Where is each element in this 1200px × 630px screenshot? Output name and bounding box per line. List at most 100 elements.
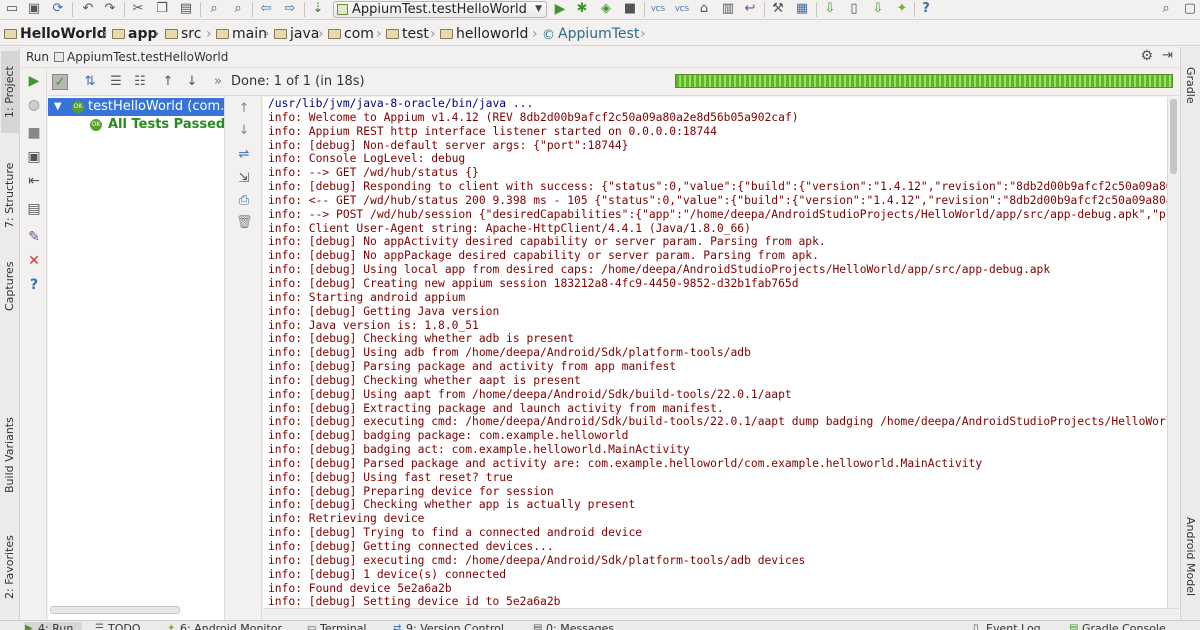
tree-horizontal-scrollbar[interactable]	[50, 606, 180, 614]
undo-changes-icon[interactable]: ↩	[742, 1, 758, 17]
toolbar-separator	[764, 2, 765, 17]
copy-icon[interactable]: ❐	[154, 1, 170, 17]
collapse-all-icon[interactable]: ☷	[132, 74, 148, 90]
console-horizontal-scrollbar[interactable]	[263, 608, 1179, 620]
sort-alphabetically-icon[interactable]: ⇅	[82, 74, 98, 90]
rerun-failed-icon[interactable]: ◍	[26, 97, 42, 113]
run-panel-title[interactable]: AppiumTest.testHelloWorld	[67, 50, 228, 64]
tab-favorites[interactable]: 2: Favorites	[1, 525, 19, 609]
debug-icon[interactable]: ✱	[574, 1, 590, 17]
help-icon[interactable]: ?	[918, 1, 934, 17]
vcs-update-icon[interactable]: VCS	[650, 1, 666, 17]
sync-gradle-icon[interactable]: ⇩	[822, 1, 838, 17]
folder-icon	[274, 29, 287, 39]
device-icon[interactable]: ⇩	[870, 1, 886, 17]
tab-todo[interactable]: ☰ TODO	[94, 622, 141, 630]
more-icon[interactable]: »	[210, 74, 226, 90]
restore-layout-icon[interactable]: ⇤	[26, 173, 42, 189]
gradle-icon: ▤	[1069, 623, 1079, 630]
show-passed-icon[interactable]: ✓	[52, 74, 68, 90]
scroll-to-end-icon[interactable]: ⇲	[236, 171, 252, 187]
breadcrumb-item[interactable]: com	[328, 25, 374, 43]
hide-panel-icon[interactable]: ⇥	[1162, 48, 1173, 63]
layout-icon[interactable]: ▤	[26, 201, 42, 217]
class-icon: ©	[542, 28, 555, 43]
console-line: info: [debug] Extracting package and lau…	[268, 401, 724, 415]
redo-icon[interactable]: ↷	[102, 1, 118, 17]
down-arrow-icon[interactable]: ↓	[236, 123, 252, 139]
expand-triangle-icon[interactable]: ▼	[54, 98, 62, 116]
breadcrumb-item[interactable]: java	[274, 25, 319, 43]
tab-messages[interactable]: ▤ 0: Messages	[532, 622, 614, 630]
pin-tab-icon[interactable]: ✎	[26, 229, 42, 245]
paste-icon[interactable]: ▤	[178, 1, 194, 17]
tree-row-result[interactable]: OK All Tests Passed	[48, 116, 224, 134]
tab-gradle-console[interactable]: ▤ Gradle Console	[1068, 622, 1166, 630]
screenshot-icon[interactable]: ▣	[26, 149, 42, 165]
tab-project[interactable]: 1: Project	[1, 51, 19, 133]
console-line: info: <-- GET /wd/hub/status 200 9.398 m…	[268, 193, 1167, 207]
up-arrow-icon[interactable]: ↑	[236, 101, 252, 117]
tool-window-icon[interactable]: ▢	[1182, 1, 1198, 17]
tab-gradle[interactable]: Gradle	[1181, 67, 1199, 119]
tab-android-model[interactable]: Android Model	[1181, 517, 1199, 617]
console-line: info: [debug] Checking whether app is ac…	[268, 498, 636, 512]
history-icon[interactable]: ⌂	[696, 1, 712, 17]
soft-wrap-icon[interactable]: ⇌	[236, 147, 252, 163]
rerun-icon[interactable]: ▶	[26, 73, 42, 89]
breadcrumb-item[interactable]: © AppiumTest	[542, 25, 639, 43]
console-line: info: [debug] executing cmd: /home/deepa…	[268, 415, 1167, 429]
replace-icon[interactable]: ⌕	[230, 1, 246, 17]
revert-icon[interactable]: ▥	[720, 1, 736, 17]
sync-icon[interactable]: ⟳	[50, 1, 66, 17]
find-icon[interactable]: ⌕	[206, 1, 222, 17]
trash-icon[interactable]: 🗑	[236, 215, 253, 231]
save-icon[interactable]: ▣	[26, 1, 42, 17]
undo-icon[interactable]: ↶	[80, 1, 96, 17]
help-icon[interactable]: ?	[26, 277, 42, 293]
previous-test-icon[interactable]: ↑	[160, 74, 176, 90]
stop-icon[interactable]: ■	[26, 125, 42, 141]
console-output[interactable]: /usr/lib/jvm/java-8-oracle/bin/java ... i…	[263, 97, 1167, 608]
tab-structure[interactable]: 7: Structure	[1, 143, 19, 247]
forward-icon[interactable]: ⇨	[282, 1, 298, 17]
run-configuration-select[interactable]: AppiumTest.testHelloWorld ▼	[333, 1, 547, 18]
gear-icon[interactable]: ⚙	[1140, 48, 1153, 64]
vcs-commit-icon[interactable]: VCS	[674, 1, 690, 17]
print-icon[interactable]: ⎙	[236, 193, 252, 209]
run-icon[interactable]: ▶	[552, 1, 568, 17]
run-panel-header: Run AppiumTest.testHelloWorld ⚙ ⇥	[21, 47, 1179, 68]
avd-icon[interactable]: ▯	[846, 1, 862, 17]
breadcrumb-item[interactable]: main	[216, 25, 267, 43]
next-test-icon[interactable]: ↓	[184, 74, 200, 90]
breadcrumb-item[interactable]: HelloWorld	[4, 25, 107, 43]
breadcrumb-item[interactable]: app	[112, 25, 158, 43]
expand-all-icon[interactable]: ☰	[108, 74, 124, 90]
console-vertical-scrollbar[interactable]	[1167, 97, 1179, 608]
back-icon[interactable]: ⇦	[258, 1, 274, 17]
tree-row-test-method[interactable]: ▼ OK testHelloWorld (com.	[48, 98, 224, 116]
tab-build-variants[interactable]: Build Variants	[1, 409, 19, 501]
open-icon[interactable]: ▭	[4, 1, 20, 17]
tab-run[interactable]: ▶ 4: Run	[24, 622, 82, 630]
tab-captures[interactable]: Captures	[1, 253, 19, 319]
tab-terminal[interactable]: ▭ Terminal	[306, 622, 367, 630]
stop-icon[interactable]: ■	[622, 1, 638, 17]
search-icon[interactable]: ⌕	[1158, 1, 1174, 17]
project-structure-icon[interactable]: ⚒	[770, 1, 786, 17]
sdk-manager-icon[interactable]: ▦	[794, 1, 810, 17]
close-icon[interactable]: ✕	[26, 253, 42, 269]
toolbar-separator	[914, 2, 915, 17]
tab-android-monitor[interactable]: ✦ 6: Android Monitor	[166, 622, 282, 630]
android-icon[interactable]: ✦	[894, 1, 910, 17]
breadcrumb-item[interactable]: test	[386, 25, 429, 43]
scrollbar-thumb[interactable]	[1170, 99, 1177, 174]
cut-icon[interactable]: ✂	[130, 1, 146, 17]
coverage-icon[interactable]: ◈	[598, 1, 614, 17]
console-line: /usr/lib/jvm/java-8-oracle/bin/java ...	[268, 97, 534, 110]
build-icon[interactable]: ⇣	[310, 1, 326, 17]
breadcrumb-item[interactable]: src	[165, 25, 201, 43]
breadcrumb-item[interactable]: helloworld	[440, 25, 528, 43]
tab-version-control[interactable]: ⇄ 9: Version Control	[392, 622, 504, 630]
tab-event-log[interactable]: ▯ Event Log	[972, 622, 1041, 630]
